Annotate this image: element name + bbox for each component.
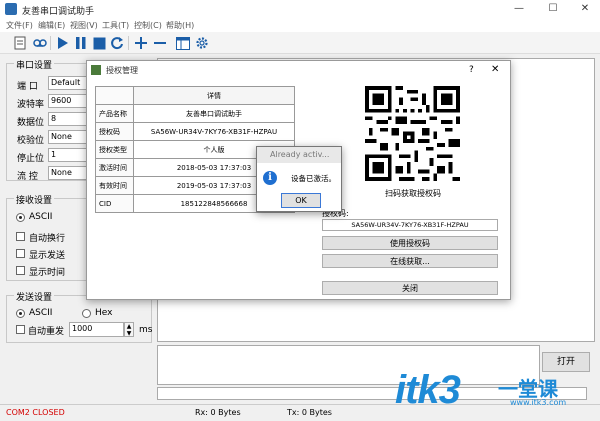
tape-icon[interactable] bbox=[32, 35, 48, 51]
databits-select[interactable]: 8 bbox=[48, 112, 88, 126]
menu-bar: 文件(F) 编辑(E) 视图(V) 工具(T) 控制(C) 帮助(H) bbox=[0, 18, 600, 32]
table-row: 产品名称 友善串口调试助手 bbox=[95, 104, 295, 123]
msgbox-titlebar: Already activ... bbox=[257, 147, 341, 163]
serial-settings-label: 串口设置 bbox=[14, 58, 55, 71]
pause-icon[interactable] bbox=[73, 35, 89, 51]
menu-edit[interactable]: 编辑(E) bbox=[38, 20, 65, 31]
online-get-button[interactable]: 在线获取... bbox=[322, 254, 498, 268]
play-icon[interactable] bbox=[55, 35, 71, 51]
resend-interval-input[interactable]: 1000 bbox=[69, 322, 124, 337]
title-bar: 友善串口调试助手 — ☐ ✕ bbox=[0, 0, 600, 18]
table-header: 详情 bbox=[133, 86, 295, 105]
toolbar-separator bbox=[128, 36, 129, 50]
qr-caption: 扫码获取授权码 bbox=[385, 189, 441, 198]
auth-code-input[interactable]: SA56W-UR34V-7KY76-XB31F-HZPAU bbox=[322, 219, 498, 231]
msgbox-text: 设备已激活。 bbox=[291, 174, 336, 183]
send-hex-radio[interactable] bbox=[82, 309, 91, 318]
qr-code-image bbox=[365, 86, 460, 181]
auth-dialog-icon bbox=[91, 65, 101, 75]
auto-resend-label: 自动重发 bbox=[28, 327, 65, 337]
msgbox-title: Already activ... bbox=[270, 150, 330, 159]
show-send-checkbox[interactable] bbox=[16, 249, 25, 258]
open-port-button[interactable]: 打开 bbox=[542, 352, 590, 372]
port-status: COM2 CLOSED bbox=[6, 408, 65, 417]
parity-select[interactable]: None bbox=[48, 130, 88, 144]
watermark-text: itk3 bbox=[395, 368, 461, 412]
watermark-url: www.itk3.com bbox=[510, 398, 567, 407]
refresh-icon[interactable] bbox=[109, 35, 125, 51]
send-settings-label: 发送设置 bbox=[14, 290, 55, 303]
menu-tools[interactable]: 工具(T) bbox=[102, 20, 129, 31]
send-area[interactable] bbox=[157, 345, 540, 385]
menu-file[interactable]: 文件(F) bbox=[6, 20, 33, 31]
baudrate-select[interactable]: 9600 bbox=[48, 94, 88, 108]
stopbits-select[interactable]: 1 bbox=[48, 148, 88, 162]
rx-counter: Rx: 0 Bytes bbox=[195, 408, 241, 417]
send-ascii-label: ASCII bbox=[29, 308, 53, 318]
dialog-close-icon[interactable]: ✕ bbox=[491, 64, 499, 75]
receive-ascii-label: ASCII bbox=[29, 212, 53, 222]
app-icon bbox=[5, 3, 17, 15]
tx-counter: Tx: 0 Bytes bbox=[287, 408, 332, 417]
receive-settings-label: 接收设置 bbox=[14, 193, 55, 206]
auto-resend-checkbox[interactable] bbox=[16, 325, 25, 334]
interval-spinner[interactable]: ▲ ▼ bbox=[124, 322, 134, 337]
use-auth-code-button[interactable]: 使用授权码 bbox=[322, 236, 498, 250]
flowcontrol-label: 流 控 bbox=[17, 172, 38, 182]
close-button[interactable]: ✕ bbox=[578, 3, 592, 15]
auto-wrap-checkbox[interactable] bbox=[16, 232, 25, 241]
port-label: 端 口 bbox=[17, 82, 38, 92]
help-icon[interactable]: ? bbox=[469, 65, 474, 75]
ok-button[interactable]: OK bbox=[281, 193, 321, 208]
show-time-label: 显示时间 bbox=[29, 268, 66, 278]
auth-close-button[interactable]: 关闭 bbox=[322, 281, 498, 295]
menu-control[interactable]: 控制(C) bbox=[134, 20, 162, 31]
stop-icon[interactable] bbox=[91, 35, 107, 51]
document-icon[interactable] bbox=[12, 35, 28, 51]
auto-wrap-label: 自动换行 bbox=[29, 234, 66, 244]
maximize-button[interactable]: ☐ bbox=[546, 3, 560, 15]
databits-label: 数据位 bbox=[17, 118, 45, 128]
table-row: 授权码 SA56W-UR34V-7KY76-XB31F-HZPAU bbox=[95, 122, 295, 141]
minus-icon[interactable] bbox=[152, 35, 168, 51]
gear-icon[interactable] bbox=[194, 35, 210, 51]
interval-unit-label: ms bbox=[139, 325, 153, 335]
already-activated-dialog: Already activ... i 设备已激活。 OK bbox=[256, 146, 342, 212]
port-select[interactable]: Default bbox=[48, 76, 88, 90]
send-ascii-radio[interactable] bbox=[16, 309, 25, 318]
show-send-label: 显示发送 bbox=[29, 251, 66, 261]
baudrate-label: 波特率 bbox=[17, 100, 45, 110]
receive-ascii-radio[interactable] bbox=[16, 213, 25, 222]
stopbits-label: 停止位 bbox=[17, 154, 45, 164]
toolbar bbox=[0, 32, 600, 54]
send-hex-label: Hex bbox=[95, 308, 113, 318]
auth-dialog-title: 授权管理 bbox=[106, 66, 138, 75]
show-time-checkbox[interactable] bbox=[16, 266, 25, 275]
menu-view[interactable]: 视图(V) bbox=[70, 20, 98, 31]
watermark-logo: itk3 bbox=[395, 368, 461, 413]
flowcontrol-select[interactable]: None bbox=[48, 166, 88, 180]
auth-dialog-titlebar: 授权管理 ? ✕ bbox=[87, 61, 510, 79]
toolbar-separator bbox=[50, 36, 51, 50]
menu-help[interactable]: 帮助(H) bbox=[166, 20, 194, 31]
minimize-button[interactable]: — bbox=[512, 3, 526, 15]
info-icon: i bbox=[263, 171, 277, 185]
window-title: 友善串口调试助手 bbox=[22, 7, 95, 17]
window-icon[interactable] bbox=[175, 35, 191, 51]
plus-icon[interactable] bbox=[133, 35, 149, 51]
parity-label: 校验位 bbox=[17, 136, 45, 146]
